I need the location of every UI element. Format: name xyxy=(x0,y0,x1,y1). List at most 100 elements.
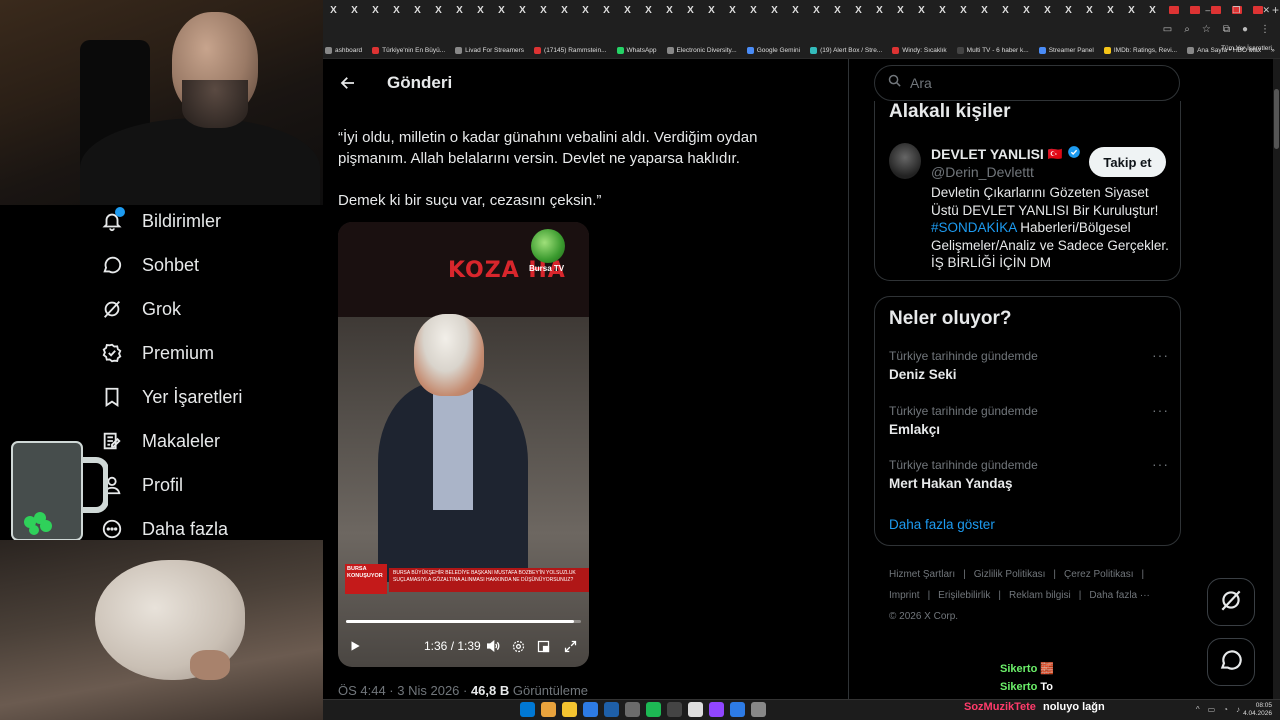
browser-tab[interactable]: X xyxy=(974,0,995,20)
browser-tab[interactable]: X xyxy=(1121,0,1142,20)
browser-tab[interactable]: X xyxy=(533,0,554,20)
more-options-icon[interactable]: ··· xyxy=(1152,456,1169,472)
browser-tab[interactable]: X xyxy=(575,0,596,20)
browser-tab[interactable]: X xyxy=(1037,0,1058,20)
scrollbar-thumb[interactable] xyxy=(1274,89,1279,149)
follow-button[interactable]: Takip et xyxy=(1089,147,1166,177)
footer-link[interactable]: Hizmet Şartları xyxy=(889,569,955,580)
trend-item[interactable]: Türkiye tarihinde gündemde Emlakçı ··· xyxy=(889,402,1169,437)
show-more-link[interactable]: Daha fazla göster xyxy=(889,517,995,532)
sidebar-item-articles[interactable]: Makaleler xyxy=(100,427,220,455)
more-options-icon[interactable]: ··· xyxy=(1152,402,1169,418)
browser-tab[interactable]: X xyxy=(617,0,638,20)
profile-avatar-icon[interactable]: ● xyxy=(1242,24,1248,35)
footer-link[interactable]: Imprint xyxy=(889,590,920,601)
minimize-icon[interactable]: – xyxy=(1205,5,1210,15)
system-tray[interactable]: ^ ▭ ◔ ♪ xyxy=(1196,705,1240,714)
restore-icon[interactable]: ❐ xyxy=(1232,5,1240,16)
sidebar-item-profile[interactable]: Profil xyxy=(100,471,183,499)
notepad-icon[interactable] xyxy=(688,702,703,717)
post-timestamp[interactable]: ÖS 4:44 · 3 Nis 2026 · xyxy=(338,683,471,698)
browser-tab[interactable]: X xyxy=(554,0,575,20)
star-icon[interactable]: ☆ xyxy=(1202,24,1211,35)
avatar[interactable] xyxy=(889,143,921,179)
bookmark-item[interactable]: (19) Alert Box / Stre... xyxy=(810,46,882,54)
browser-tab[interactable]: X xyxy=(785,0,806,20)
footer-link[interactable]: Çerez Politikası xyxy=(1064,569,1133,580)
video-progress-bar[interactable] xyxy=(346,620,581,623)
search-input[interactable]: Ara xyxy=(874,65,1180,101)
chrome-icon[interactable] xyxy=(541,702,556,717)
footer-link[interactable]: © 2026 X Corp. xyxy=(889,611,958,622)
sidebar-item-grok[interactable]: Grok xyxy=(100,295,181,323)
browser-tab-youtube[interactable] xyxy=(1163,0,1184,20)
back-arrow-icon[interactable] xyxy=(337,72,359,94)
footer-link[interactable]: Reklam bilgisi xyxy=(1009,590,1071,601)
bookmark-item[interactable]: WhatsApp xyxy=(616,46,657,54)
browser-tab[interactable]: X xyxy=(680,0,701,20)
browser-tab[interactable]: X xyxy=(743,0,764,20)
browser-tab[interactable]: X xyxy=(386,0,407,20)
browser-tab[interactable]: X xyxy=(1016,0,1037,20)
file-explorer-icon[interactable] xyxy=(562,702,577,717)
browser-tab[interactable]: X xyxy=(491,0,512,20)
bookmark-item[interactable]: (17145) Rammstein... xyxy=(534,46,607,54)
grok-floating-button[interactable] xyxy=(1207,578,1255,626)
browser-tab-youtube[interactable] xyxy=(1184,0,1205,20)
browser-tab[interactable]: X xyxy=(638,0,659,20)
browser-tab[interactable]: X xyxy=(911,0,932,20)
extensions-icon[interactable]: ⧉ xyxy=(1223,24,1230,35)
sidebar-item-premium[interactable]: Premium xyxy=(100,339,214,367)
bookmark-item[interactable]: IMDb: Ratings, Revi... xyxy=(1103,46,1177,54)
person-name[interactable]: DEVLET YANLISI 🇹🇷 xyxy=(931,145,1081,162)
browser-tab[interactable]: X xyxy=(806,0,827,20)
bookmark-item[interactable]: Windy: Sıcaklık xyxy=(892,46,947,54)
play-icon[interactable] xyxy=(346,637,364,655)
bookmark-item[interactable]: Multi TV - 6 haber k... xyxy=(956,46,1029,54)
terminal-icon[interactable] xyxy=(667,702,682,717)
bookmark-item[interactable]: Streamer Panel xyxy=(1038,46,1094,54)
bookmark-item[interactable]: Google Gemini xyxy=(746,46,800,54)
browser-tab[interactable]: X xyxy=(1100,0,1121,20)
browser-tab[interactable]: X xyxy=(953,0,974,20)
browser-tab[interactable]: X xyxy=(596,0,617,20)
sidebar-item-bookmarks[interactable]: Yer İşaretleri xyxy=(100,383,242,411)
browser-tab[interactable]: X xyxy=(869,0,890,20)
volume-icon[interactable] xyxy=(484,637,502,655)
install-icon[interactable]: ▭ xyxy=(1163,24,1172,35)
browser-tab[interactable]: X xyxy=(428,0,449,20)
trend-item[interactable]: Türkiye tarihinde gündemde Mert Hakan Ya… xyxy=(889,456,1169,491)
bookmark-item[interactable]: Electronic Diversity... xyxy=(666,46,737,54)
sidebar-item-notifications[interactable]: Bildirimler xyxy=(100,207,221,235)
steam-icon[interactable] xyxy=(604,702,619,717)
browser-tab[interactable]: X xyxy=(512,0,533,20)
browser-tab[interactable]: X xyxy=(1058,0,1079,20)
browser-tab[interactable]: X xyxy=(1079,0,1100,20)
browser-tab[interactable]: X xyxy=(764,0,785,20)
browser-tab[interactable]: X xyxy=(722,0,743,20)
footer-link[interactable]: Erişilebilirlik xyxy=(938,590,990,601)
trend-item[interactable]: Türkiye tarihinde gündemde Deniz Seki ··… xyxy=(889,347,1169,382)
close-window-icon[interactable]: ✕ xyxy=(1262,5,1270,16)
browser-tab[interactable]: X xyxy=(449,0,470,20)
menu-icon[interactable]: ⋮ xyxy=(1260,24,1270,35)
browser-tab[interactable]: X xyxy=(995,0,1016,20)
spotify-icon[interactable] xyxy=(646,702,661,717)
windows-start-icon[interactable] xyxy=(520,702,535,717)
bookmark-item[interactable]: Livad For Streamers xyxy=(455,46,524,54)
edge-icon[interactable] xyxy=(583,702,598,717)
bookmark-item[interactable]: Türkiye'nin En Büyü... xyxy=(372,46,445,54)
bookmark-item[interactable]: ashboard xyxy=(325,46,362,54)
browser-tab[interactable]: X xyxy=(470,0,491,20)
browser-tab[interactable]: X xyxy=(827,0,848,20)
obs-icon[interactable] xyxy=(751,702,766,717)
browser-tab[interactable]: X xyxy=(701,0,722,20)
app-icon[interactable] xyxy=(730,702,745,717)
messages-floating-button[interactable] xyxy=(1207,638,1255,686)
browser-tab[interactable]: X xyxy=(1142,0,1163,20)
stream-app-icon[interactable] xyxy=(709,702,724,717)
app-icon[interactable] xyxy=(625,702,640,717)
browser-tab[interactable]: X xyxy=(848,0,869,20)
picture-in-picture-icon[interactable] xyxy=(534,637,552,655)
fullscreen-icon[interactable] xyxy=(561,637,579,655)
